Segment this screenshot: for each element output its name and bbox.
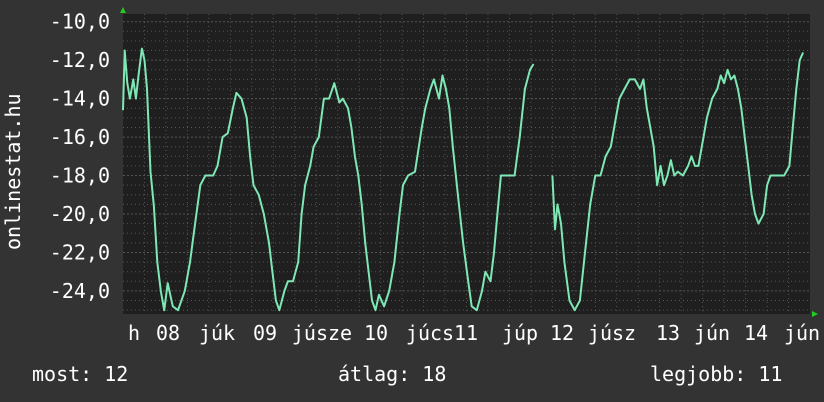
temperature-chart: -10,0 -12,0 -14,0 -16,0 -18,0 -20,0 -22,0 -24,0… <box>1 7 820 345</box>
x-tick-label: jún <box>694 321 730 345</box>
x-tick-label: 09 <box>253 321 277 345</box>
x-tick-label: júsze <box>292 321 352 345</box>
x-tick-label: 14 <box>744 321 768 345</box>
x-tick-label: júcs <box>406 321 454 345</box>
x-tick-labels: h 08 júk 09 júsze 10 júcs 11 júp 12 júsz 13 jún 14 jún <box>128 321 820 345</box>
x-tick-label: 10 <box>364 321 388 345</box>
y-tick-label: -10,0 <box>50 10 110 34</box>
y-tick-label: -24,0 <box>50 279 110 303</box>
y-tick-label: -18,0 <box>50 164 110 188</box>
best-value: legjobb: 11 <box>650 362 783 386</box>
x-axis-arrow <box>812 311 818 317</box>
x-tick-label: h <box>128 321 140 345</box>
y-tick-label: -14,0 <box>50 87 110 111</box>
current-value: most: 12 <box>32 362 129 386</box>
x-tick-label: 13 <box>656 321 680 345</box>
y-tick-labels: -10,0 -12,0 -14,0 -16,0 -18,0 -20,0 -22,0 -24,0 <box>50 10 110 303</box>
y-tick-label: -12,0 <box>50 48 110 72</box>
x-tick-label: 08 <box>156 321 180 345</box>
y-tick-label: -22,0 <box>50 240 110 264</box>
x-tick-label: júk <box>199 321 235 345</box>
y-tick-label: -20,0 <box>50 202 110 226</box>
average-value: átlag: 18 <box>338 362 447 386</box>
y-tick-label: -16,0 <box>50 125 110 149</box>
x-tick-label: 11 <box>454 321 478 345</box>
x-tick-label: 12 <box>550 321 574 345</box>
watermark-text: onlinestat.hu <box>1 93 25 250</box>
x-tick-label: júsz <box>588 321 636 345</box>
y-axis-arrow <box>120 7 126 13</box>
x-tick-label: júp <box>502 321 538 345</box>
x-tick-label: jún <box>784 321 820 345</box>
